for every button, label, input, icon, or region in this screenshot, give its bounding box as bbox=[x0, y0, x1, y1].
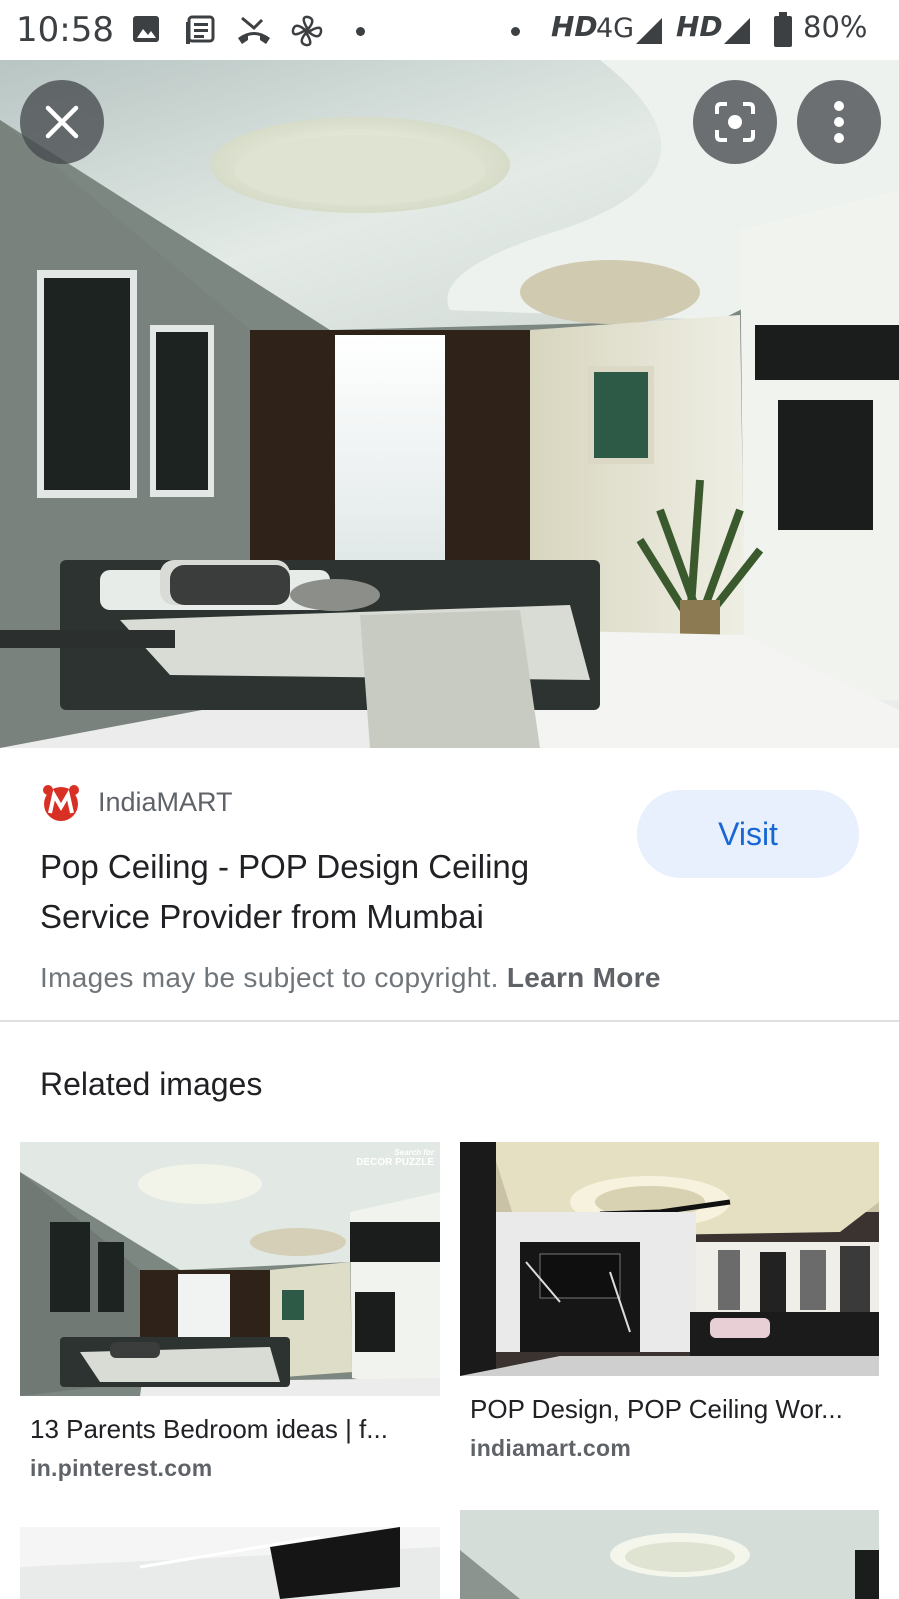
related-site-2: indiamart.com bbox=[470, 1435, 632, 1461]
related-title-1[interactable]: 13 Parents Bedroom ideas | f... bbox=[30, 1414, 440, 1445]
image-icon bbox=[133, 16, 159, 42]
lens-icon bbox=[715, 102, 755, 142]
copyright-notice: Images may be subject to copyright. Lear… bbox=[40, 962, 661, 994]
bedroom-photo bbox=[0, 60, 899, 748]
status-bar: 10:58 HD 4G HD 80% bbox=[0, 0, 899, 60]
lens-button[interactable] bbox=[693, 80, 777, 164]
connection-dot-icon bbox=[511, 27, 520, 36]
network-type-label: 4G bbox=[596, 13, 635, 44]
notification-dot-icon bbox=[356, 27, 365, 36]
status-time: 10:58 bbox=[16, 10, 114, 50]
copyright-text: Images may be subject to copyright. bbox=[40, 962, 499, 993]
watermark-text: DECOR PUZZLE bbox=[356, 1157, 434, 1168]
network-hd-label: HD bbox=[551, 10, 598, 43]
fan-icon bbox=[291, 15, 323, 47]
signal-icon bbox=[636, 18, 662, 44]
battery-percent: 80% bbox=[803, 10, 868, 44]
news-icon bbox=[186, 15, 215, 44]
more-options-button[interactable] bbox=[797, 80, 881, 164]
more-vert-icon bbox=[834, 101, 844, 143]
related-thumb-2[interactable] bbox=[460, 1142, 879, 1376]
result-title[interactable]: Pop Ceiling - POP Design Ceiling Service… bbox=[40, 842, 620, 942]
related-card-1[interactable]: Search for DECOR PUZZLE 13 Parents Bedro… bbox=[20, 1142, 440, 1482]
learn-more-link[interactable]: Learn More bbox=[507, 962, 661, 993]
related-card-3[interactable] bbox=[20, 1527, 440, 1599]
related-heading: Related images bbox=[40, 1066, 263, 1102]
watermark: Search for DECOR PUZZLE bbox=[356, 1148, 434, 1168]
missed-call-icon bbox=[238, 16, 270, 44]
close-button[interactable] bbox=[20, 80, 104, 164]
source-row[interactable]: IndiaMART bbox=[40, 782, 233, 822]
network-hd-label-2: HD bbox=[676, 10, 723, 43]
related-card-4[interactable] bbox=[460, 1510, 879, 1599]
indiamart-logo-icon bbox=[43, 785, 79, 821]
visit-button[interactable]: Visit bbox=[637, 790, 859, 878]
source-name: IndiaMART bbox=[98, 786, 233, 817]
close-icon bbox=[45, 105, 79, 139]
battery-icon bbox=[774, 12, 792, 47]
related-thumb-3[interactable] bbox=[20, 1527, 440, 1599]
related-thumb-1[interactable]: Search for DECOR PUZZLE bbox=[20, 1142, 440, 1396]
related-thumb-4[interactable] bbox=[460, 1510, 879, 1599]
related-card-2[interactable]: POP Design, POP Ceiling Wor... indiamart… bbox=[460, 1142, 879, 1462]
hero-image[interactable] bbox=[0, 60, 899, 748]
related-site-1: in.pinterest.com bbox=[30, 1455, 213, 1481]
related-title-2[interactable]: POP Design, POP Ceiling Wor... bbox=[470, 1394, 879, 1425]
divider bbox=[0, 1020, 899, 1022]
watermark-small: Search for bbox=[394, 1148, 434, 1157]
signal-icon-2 bbox=[724, 18, 750, 44]
